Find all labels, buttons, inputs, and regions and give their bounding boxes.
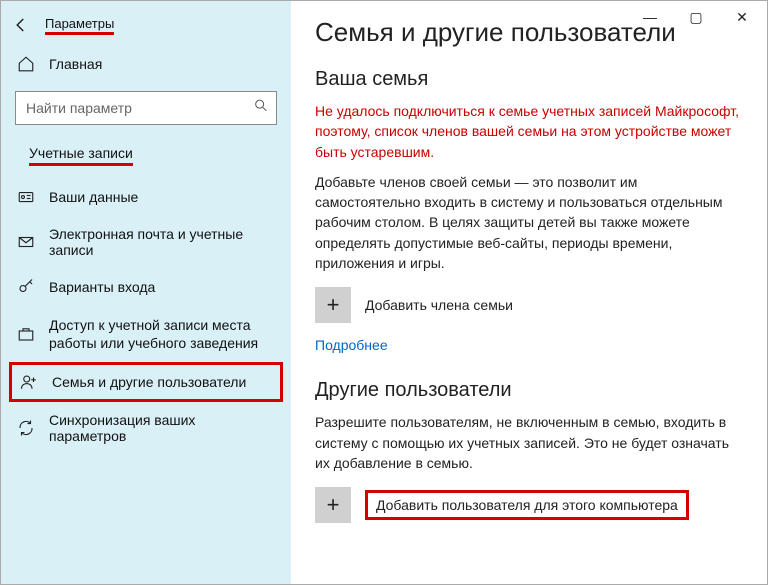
close-button[interactable]: ✕ (719, 3, 765, 31)
settings-window: Параметры Главная Учетные записи Ваши да… (1, 1, 767, 584)
family-body-text: Добавьте членов своей семьи — это позвол… (315, 172, 743, 273)
sidebar-item-family-highlighted: Семья и другие пользователи (9, 362, 283, 402)
briefcase-icon (17, 325, 35, 343)
add-other-label: Добавить пользователя для этого компьюте… (365, 490, 689, 520)
others-heading: Другие пользователи (315, 379, 743, 402)
sidebar-item-sync[interactable]: Синхронизация ваших параметров (1, 402, 291, 454)
search-icon (253, 98, 269, 119)
add-family-member-button[interactable]: + Добавить члена семьи (315, 287, 743, 323)
plus-icon: + (315, 287, 351, 323)
family-error-text: Не удалось подключиться к семье учетных … (315, 101, 743, 162)
sidebar-item-label: Электронная почта и учетные записи (49, 226, 275, 258)
arrow-left-icon (12, 16, 30, 34)
titlebar: Параметры (1, 7, 291, 45)
back-button[interactable] (7, 11, 35, 39)
sidebar-item-work-access[interactable]: Доступ к учетной записи места работы или… (1, 306, 291, 362)
others-body-text: Разрешите пользователям, не включенным в… (315, 412, 743, 473)
sidebar-item-label: Доступ к учетной записи места работы или… (49, 316, 275, 352)
add-family-label: Добавить члена семьи (365, 297, 513, 313)
key-icon (17, 278, 35, 296)
family-heading: Ваша семья (315, 68, 743, 91)
sidebar-item-label: Главная (49, 56, 102, 72)
sidebar-item-signin[interactable]: Варианты входа (1, 268, 291, 306)
mail-icon (17, 233, 35, 251)
app-title: Параметры (45, 16, 114, 35)
sidebar-section-label: Учетные записи (29, 145, 133, 166)
sync-icon (17, 419, 35, 437)
sidebar-item-your-data[interactable]: Ваши данные (1, 178, 291, 216)
sidebar-home[interactable]: Главная (1, 45, 291, 83)
learn-more-link[interactable]: Подробнее (315, 337, 388, 353)
sidebar-item-family[interactable]: Семья и другие пользователи (20, 371, 272, 393)
home-icon (17, 55, 35, 73)
sidebar-item-email[interactable]: Электронная почта и учетные записи (1, 216, 291, 268)
add-other-user-button[interactable]: + Добавить пользователя для этого компью… (315, 487, 743, 523)
sidebar: Параметры Главная Учетные записи Ваши да… (1, 1, 291, 584)
id-card-icon (17, 188, 35, 206)
maximize-button[interactable]: ▢ (673, 3, 719, 31)
main-panel: — ▢ ✕ Семья и другие пользователи Ваша с… (291, 1, 767, 584)
people-add-icon (20, 373, 38, 391)
plus-icon: + (315, 487, 351, 523)
sidebar-item-label: Варианты входа (49, 279, 155, 295)
sidebar-item-label: Семья и другие пользователи (52, 374, 246, 390)
sidebar-item-label: Ваши данные (49, 189, 138, 205)
window-controls: — ▢ ✕ (627, 3, 765, 31)
search-wrap (15, 91, 277, 125)
minimize-button[interactable]: — (627, 3, 673, 31)
sidebar-item-label: Синхронизация ваших параметров (49, 412, 275, 444)
search-input[interactable] (15, 91, 277, 125)
